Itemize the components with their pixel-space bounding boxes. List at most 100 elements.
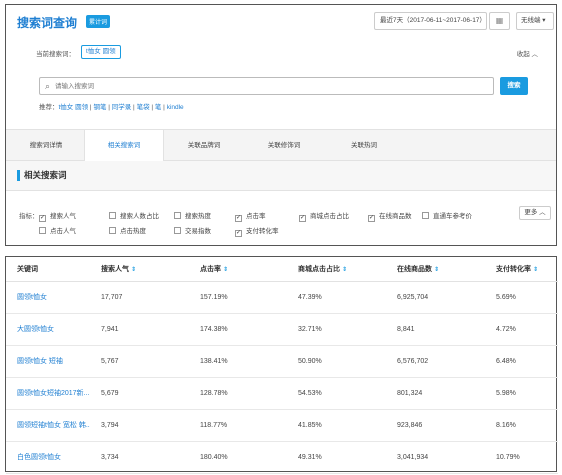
checkbox-icon: [174, 212, 181, 219]
column-header-click-rate[interactable]: 点击率 ⇕: [189, 257, 287, 282]
tab-related-hot-terms[interactable]: 关联热词: [324, 130, 404, 161]
more-metrics-button[interactable]: 更多 ︿: [519, 206, 551, 220]
metric-label: 在线商品数: [379, 213, 412, 220]
cell-search-popularity: 17,707: [90, 281, 189, 314]
collapse-toggle[interactable]: 收起 ︿: [517, 48, 538, 58]
sort-icon[interactable]: ⇕: [342, 267, 347, 273]
column-header-mall-click-share[interactable]: 商城点击占比 ⇕: [287, 257, 386, 282]
collapse-label: 收起: [516, 51, 530, 58]
cell-payment-conversion: 5.98%: [485, 377, 558, 410]
metric-label: 搜索人数占比: [120, 213, 159, 220]
search-input[interactable]: [55, 80, 485, 92]
recommend-item[interactable]: 笔袋: [137, 104, 150, 111]
tab-search-term-detail[interactable]: 搜索词详情: [6, 130, 86, 161]
metric-checkbox[interactable]: 搜索人数占比: [109, 210, 159, 220]
metric-checkbox[interactable]: 交易指数: [174, 225, 211, 235]
table-row: 圆领t恤女短袖2017新... 5,679 128.78% 54.53% 801…: [6, 377, 558, 410]
table-row: 大圆领t恤女 7,941 174.38% 32.71% 8,841 4.72%: [6, 313, 558, 346]
sort-icon[interactable]: ⇕: [533, 267, 538, 273]
column-header-label: 点击率: [200, 265, 221, 273]
tab-bar: 搜索词详情 相关搜索词 关联品牌词 关联修饰词 关联热词: [6, 129, 556, 162]
keyword-link[interactable]: 白色圆领t恤女: [6, 441, 90, 474]
column-header-payment-conversion[interactable]: 支付转化率 ⇕: [485, 257, 558, 282]
cell-online-products: 923,846: [386, 409, 485, 442]
date-range-select[interactable]: 最近7天（2017-06-11~2017-06-17）: [374, 12, 487, 30]
current-search-tag[interactable]: t恤女 圆领: [81, 45, 121, 59]
metric-checkbox[interactable]: ✓ 在线商品数: [368, 210, 412, 222]
metric-label: 商城点击占比: [310, 213, 349, 220]
metric-checkbox[interactable]: 直通车参考价: [422, 210, 472, 220]
cell-search-popularity: 5,767: [90, 345, 189, 378]
recommend-item[interactable]: 笔: [155, 104, 162, 111]
cell-click-rate: 180.40%: [189, 441, 287, 474]
metric-checkbox[interactable]: ✓ 支付转化率: [235, 225, 279, 237]
checkbox-icon: [109, 212, 116, 219]
chevron-up-icon: ︿: [539, 209, 546, 216]
calendar-icon[interactable]: ▦: [489, 12, 510, 30]
column-header-label: 支付转化率: [496, 265, 531, 273]
search-query-panel: 搜索词查询 累计词 最近7天（2017-06-11~2017-06-17） ▦ …: [5, 4, 557, 246]
column-header-online-products[interactable]: 在线商品数 ⇕: [386, 257, 485, 282]
checkbox-icon: [422, 212, 429, 219]
cell-click-rate: 174.38%: [189, 313, 287, 346]
metric-checkbox[interactable]: 搜索热度: [174, 210, 211, 220]
cell-payment-conversion: 5.69%: [485, 281, 558, 314]
sort-icon[interactable]: ⇕: [223, 267, 228, 273]
recommend-item[interactable]: t恤女 圆领: [59, 104, 89, 111]
metric-label: 点击率: [246, 213, 266, 220]
checkbox-icon: [174, 227, 181, 234]
checkbox-checked-icon: ✓: [39, 215, 46, 222]
table-row: 白色圆领t恤女 3,734 180.40% 49.31% 3,041,934 1…: [6, 441, 558, 474]
table-row: 圆领短袖t恤女 宽松 韩... 3,794 118.77% 41.85% 923…: [6, 409, 558, 442]
keyword-link[interactable]: 圆领短袖t恤女 宽松 韩...: [6, 409, 90, 442]
recommendations: 推荐：t恤女 圆领 | 钢笔 | 同学录 | 笔袋 | 笔 | kindle: [39, 104, 184, 111]
search-input-box[interactable]: ⌕: [39, 77, 494, 95]
search-button[interactable]: 搜索: [500, 77, 528, 95]
keyword-link[interactable]: 大圆领t恤女: [6, 313, 90, 346]
metric-label: 直通车参考价: [433, 213, 472, 220]
metric-checkbox[interactable]: 点击热度: [109, 225, 146, 235]
tab-related-brand-terms[interactable]: 关联品牌词: [164, 130, 244, 161]
metric-label: 搜索人气: [50, 213, 76, 220]
cell-search-popularity: 3,794: [90, 409, 189, 442]
metric-checkbox[interactable]: ✓ 点击率: [235, 210, 266, 222]
recommend-item[interactable]: 钢笔: [93, 104, 106, 111]
section-header-bg: [6, 161, 556, 191]
tab-related-search-terms[interactable]: 相关搜索词: [84, 130, 164, 162]
cell-mall-click-share: 41.85%: [287, 409, 386, 442]
checkbox-checked-icon: ✓: [368, 215, 375, 222]
cell-payment-conversion: 6.48%: [485, 345, 558, 378]
table-row: 圆领t恤女 短袖 5,767 138.41% 50.90% 6,576,702 …: [6, 345, 558, 378]
metric-label: 交易指数: [185, 228, 211, 235]
checkbox-icon: [39, 227, 46, 234]
metric-label: 点击热度: [120, 228, 146, 235]
column-header-label: 搜索人气: [101, 265, 129, 273]
keyword-link[interactable]: 圆领t恤女: [6, 281, 90, 314]
results-panel: 关键词 搜索人气 ⇕ 点击率 ⇕ 商城点击占比 ⇕ 在线商品数 ⇕ 支付转化率 ⇕ 圆领t…: [5, 256, 558, 474]
current-search-row: 当前搜索词： t恤女 圆领 收起 ︿: [6, 43, 556, 61]
metric-checkbox[interactable]: 点击人气: [39, 225, 76, 235]
metrics-label: 指标：: [19, 213, 39, 220]
checkbox-checked-icon: ✓: [299, 215, 306, 222]
sort-icon[interactable]: ⇕: [434, 267, 439, 273]
cumulative-badge[interactable]: 累计词: [86, 15, 111, 28]
keyword-link[interactable]: 圆领t恤女短袖2017新...: [6, 377, 90, 410]
cell-mall-click-share: 32.71%: [287, 313, 386, 346]
cell-online-products: 6,925,704: [386, 281, 485, 314]
metric-checkbox[interactable]: ✓ 商城点击占比: [299, 210, 349, 222]
tab-related-modifier-terms[interactable]: 关联修饰词: [244, 130, 324, 161]
sort-icon[interactable]: ⇕: [131, 267, 136, 273]
cell-payment-conversion: 4.72%: [485, 313, 558, 346]
table-header-row: 关键词 搜索人气 ⇕ 点击率 ⇕ 商城点击占比 ⇕ 在线商品数 ⇕ 支付转化率 ⇕: [6, 257, 558, 282]
cell-search-popularity: 7,941: [90, 313, 189, 346]
cell-mall-click-share: 50.90%: [287, 345, 386, 378]
recommend-label: 推荐：: [39, 104, 59, 111]
recommend-item[interactable]: 同学录: [112, 104, 132, 111]
recommend-item[interactable]: kindle: [167, 104, 184, 111]
cell-mall-click-share: 54.53%: [287, 377, 386, 410]
cell-click-rate: 138.41%: [189, 345, 287, 378]
metric-checkbox[interactable]: ✓ 搜索人气: [39, 210, 76, 222]
device-select[interactable]: 无线端 ▾: [516, 12, 554, 30]
column-header-search-popularity[interactable]: 搜索人气 ⇕: [90, 257, 189, 282]
keyword-link[interactable]: 圆领t恤女 短袖: [6, 345, 90, 378]
